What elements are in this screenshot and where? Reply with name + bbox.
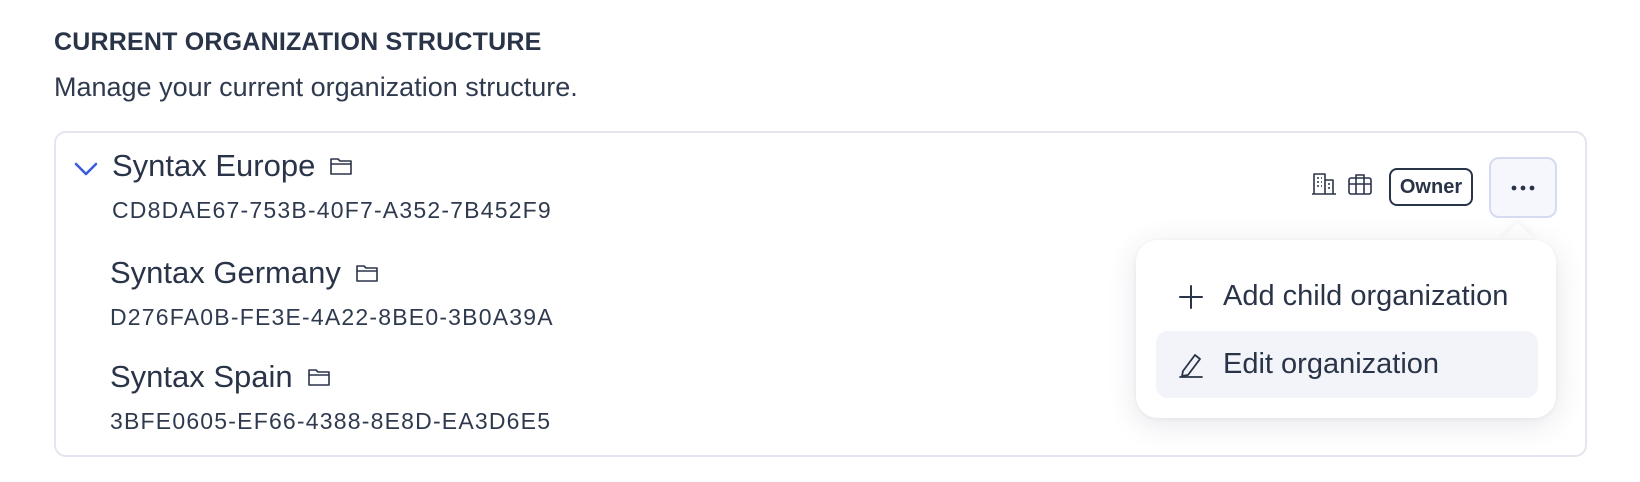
org-id: D276FA0B-FE3E-4A22-8BE0-3B0A39A — [110, 304, 554, 330]
plus-icon — [1179, 284, 1203, 309]
org-row-syntax-europe[interactable]: Syntax Europe — [112, 148, 353, 184]
chevron-down-icon[interactable] — [73, 160, 99, 178]
folder-icon — [307, 369, 330, 386]
row-action-icons — [1311, 171, 1373, 197]
section-description: Manage your current organization structu… — [54, 72, 578, 102]
menu-item-add-child-organization[interactable]: Add child organization — [1156, 263, 1538, 330]
menu-item-edit-organization[interactable]: Edit organization — [1156, 331, 1538, 398]
org-row-syntax-spain[interactable]: Syntax Spain — [110, 359, 331, 395]
org-row-syntax-germany[interactable]: Syntax Germany — [110, 255, 379, 291]
briefcase-icon[interactable] — [1347, 171, 1373, 197]
menu-item-label: Add child organization — [1223, 280, 1509, 312]
org-name: Syntax Spain — [110, 359, 293, 394]
more-options-button[interactable] — [1489, 157, 1557, 218]
menu-item-label: Edit organization — [1223, 348, 1440, 380]
org-id: CD8DAE67-753B-40F7-A352-7B452F9 — [112, 197, 552, 223]
folder-icon — [330, 158, 353, 175]
building-icon[interactable] — [1311, 171, 1337, 197]
org-name: Syntax Germany — [110, 255, 341, 290]
org-actions-menu: Add child organization Edit organization — [1136, 240, 1556, 418]
section-title: CURRENT ORGANIZATION STRUCTURE — [54, 28, 542, 56]
role-badge: Owner — [1389, 168, 1473, 206]
org-name: Syntax Europe — [112, 148, 316, 183]
ellipsis-icon — [1511, 185, 1535, 190]
org-id: 3BFE0605-EF66-4388-8E8D-EA3D6E5 — [110, 408, 552, 434]
pencil-icon — [1179, 353, 1203, 378]
folder-icon — [356, 265, 378, 282]
